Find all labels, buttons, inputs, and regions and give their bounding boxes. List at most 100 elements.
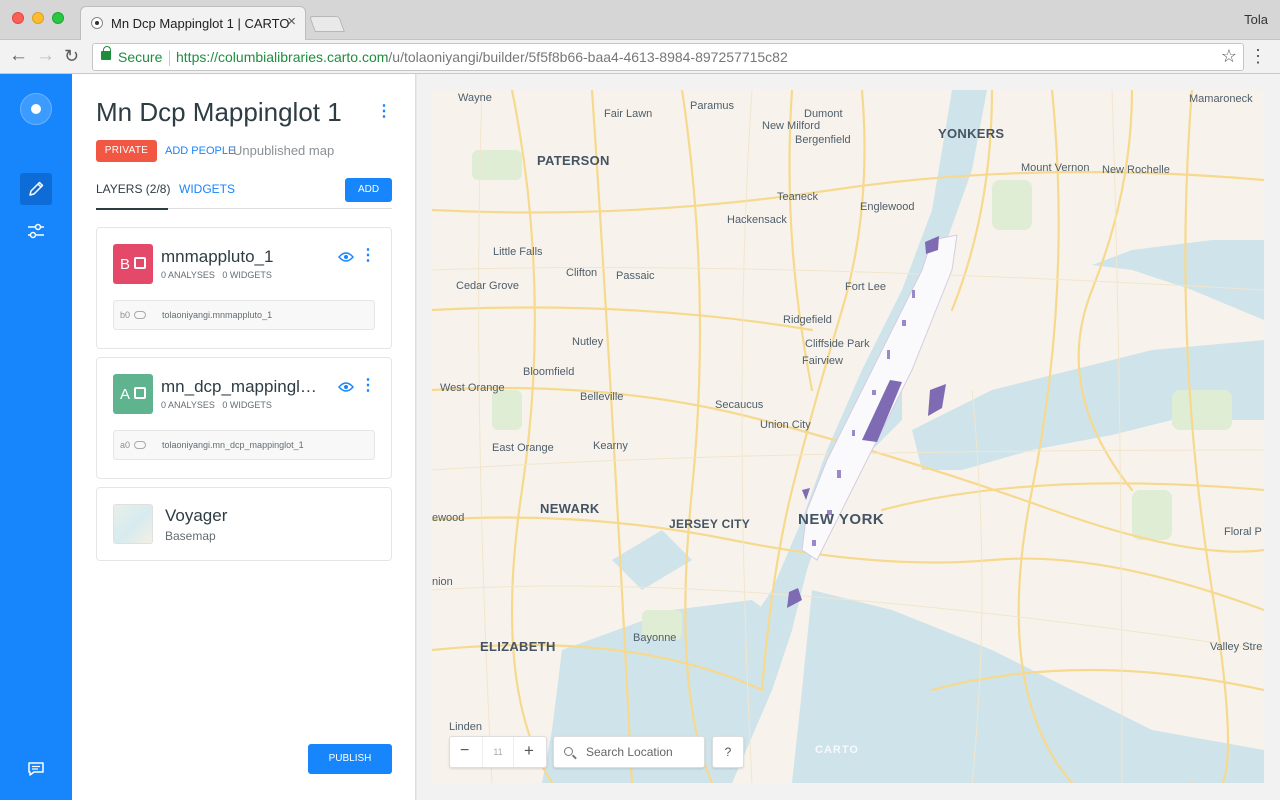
basemap-thumbnail bbox=[113, 504, 153, 544]
tab-widgets[interactable]: WIDGETS bbox=[179, 182, 235, 196]
maximize-window-button[interactable] bbox=[52, 12, 64, 24]
place-label: Clifton bbox=[566, 267, 598, 279]
editor-panel: Mn Dcp Mappinglot 1 ⋮ PRIVATE ADD PEOPLE… bbox=[72, 74, 416, 800]
browser-toolbar: ← → ↻ Secure https://columbialibraries.c… bbox=[0, 40, 1280, 74]
place-label: Bayonne bbox=[633, 632, 677, 644]
place-label: NEW YORK bbox=[798, 511, 885, 528]
layer-geometry-icon bbox=[134, 387, 146, 399]
place-label: Passaic bbox=[616, 270, 655, 282]
add-layer-button[interactable]: ADD bbox=[345, 178, 392, 202]
place-label: Teaneck bbox=[777, 191, 818, 203]
place-label: Secaucus bbox=[715, 399, 764, 411]
source-name: tolaoniyangi.mn_dcp_mappinglot_1 bbox=[162, 440, 304, 450]
search-location-input[interactable] bbox=[586, 737, 702, 767]
publish-status: Unpublished map bbox=[233, 143, 335, 158]
basemap-name: Voyager bbox=[165, 506, 228, 525]
place-label: Fairview bbox=[802, 355, 843, 367]
source-toggle-icon bbox=[134, 311, 146, 319]
place-label: New Milford bbox=[762, 120, 821, 132]
place-label: Fair Lawn bbox=[604, 108, 653, 120]
place-label: Wayne bbox=[458, 92, 492, 104]
layer-source[interactable]: b0 tolaoniyangi.mnmappluto_1 bbox=[113, 300, 375, 330]
help-button[interactable]: ? bbox=[712, 736, 744, 768]
place-label: New Rochelle bbox=[1102, 164, 1170, 176]
carto-attribution-logo: CARTO bbox=[815, 744, 859, 756]
zoom-level: 11 bbox=[482, 737, 514, 767]
layer-widgets-count: 0 WIDGETS bbox=[222, 400, 272, 410]
zoom-in-button[interactable]: + bbox=[524, 741, 534, 761]
new-tab-button[interactable] bbox=[309, 16, 345, 32]
privacy-badge[interactable]: PRIVATE bbox=[96, 140, 157, 162]
map-canvas[interactable]: Wayne Fair Lawn Paramus Dumont New Milfo… bbox=[432, 90, 1264, 783]
tab-close-icon[interactable]: × bbox=[287, 13, 296, 30]
search-icon bbox=[564, 747, 573, 756]
place-label: Floral P bbox=[1224, 526, 1262, 538]
feedback-chat-icon[interactable] bbox=[27, 761, 45, 777]
browser-tab[interactable]: Mn Dcp Mappinglot 1 | CARTO × bbox=[80, 6, 306, 40]
layer-analyses-count: 0 ANALYSES bbox=[161, 270, 215, 280]
source-id: a0 bbox=[120, 440, 131, 450]
layer-source[interactable]: a0 tolaoniyangi.mn_dcp_mappinglot_1 bbox=[113, 430, 375, 460]
visibility-eye-icon[interactable] bbox=[338, 250, 354, 262]
profile-name[interactable]: Tola bbox=[1244, 12, 1268, 27]
close-window-button[interactable] bbox=[12, 12, 24, 24]
place-label: JERSEY CITY bbox=[669, 517, 751, 531]
layer-meta: 0 ANALYSES 0 WIDGETS bbox=[161, 270, 272, 280]
forward-arrow-icon[interactable]: → bbox=[36, 45, 55, 67]
reload-icon[interactable]: ↻ bbox=[64, 45, 79, 67]
layer-options-icon[interactable]: ⋮ bbox=[360, 378, 376, 394]
place-label: Nutley bbox=[572, 336, 604, 348]
place-label: Bloomfield bbox=[523, 366, 575, 378]
layer-letter-badge: A bbox=[113, 374, 153, 414]
place-label: Valley Stre bbox=[1210, 641, 1263, 653]
layer-name[interactable]: mn_dcp_mappinglot_1 bbox=[161, 377, 325, 397]
tab-title: Mn Dcp Mappinglot 1 | CARTO bbox=[111, 16, 290, 31]
minimize-window-button[interactable] bbox=[32, 12, 44, 24]
place-label: Fort Lee bbox=[845, 281, 886, 293]
url-path: /u/tolaoniyangi/builder/5f5f8b66-baa4-46… bbox=[388, 49, 788, 65]
place-label: Union City bbox=[760, 419, 811, 431]
place-label: West Orange bbox=[440, 382, 505, 394]
zoom-out-button[interactable]: − bbox=[460, 742, 469, 760]
place-label: Dumont bbox=[804, 108, 843, 120]
visibility-eye-icon[interactable] bbox=[338, 380, 354, 392]
edit-pencil-icon[interactable] bbox=[20, 173, 52, 205]
layer-card[interactable]: A mn_dcp_mappinglot_1 0 ANALYSES 0 WIDGE… bbox=[96, 357, 392, 479]
address-bar[interactable]: Secure https://columbialibraries.carto.c… bbox=[92, 43, 1244, 71]
layer-analyses-count: 0 ANALYSES bbox=[161, 400, 215, 410]
basemap-card[interactable]: Voyager Basemap bbox=[96, 487, 392, 561]
url-text[interactable]: https://columbialibraries.carto.com/u/to… bbox=[176, 49, 788, 65]
place-label: Cliffside Park bbox=[805, 338, 870, 350]
place-label: Paramus bbox=[690, 100, 735, 112]
back-arrow-icon[interactable]: ← bbox=[9, 45, 28, 67]
lock-icon bbox=[101, 46, 111, 60]
place-label: nion bbox=[432, 576, 453, 588]
layer-options-icon[interactable]: ⋮ bbox=[360, 248, 376, 264]
zoom-control: − 11 + bbox=[449, 736, 547, 768]
map-options-icon[interactable]: ⋮ bbox=[376, 104, 392, 120]
source-toggle-icon bbox=[134, 441, 146, 449]
place-label: ewood bbox=[432, 512, 465, 524]
map-title[interactable]: Mn Dcp Mappinglot 1 bbox=[96, 97, 342, 128]
layer-meta: 0 ANALYSES 0 WIDGETS bbox=[161, 400, 272, 410]
place-label: Mamaroneck bbox=[1189, 93, 1253, 105]
address-separator bbox=[169, 50, 170, 66]
browser-titlebar: Mn Dcp Mappinglot 1 | CARTO × Tola bbox=[0, 0, 1280, 40]
layer-card[interactable]: B mnmappluto_1 0 ANALYSES 0 WIDGETS ⋮ b0… bbox=[96, 227, 392, 349]
tab-layers[interactable]: LAYERS (2/8) bbox=[96, 182, 170, 196]
app-rail bbox=[0, 74, 72, 800]
browser-menu-icon[interactable]: ⋮ bbox=[1249, 46, 1267, 67]
carto-logo-icon[interactable] bbox=[20, 93, 52, 125]
place-label: ELIZABETH bbox=[480, 639, 556, 654]
place-label: Cedar Grove bbox=[456, 280, 519, 292]
layer-letter-badge: B bbox=[113, 244, 153, 284]
url-host: https://columbialibraries.carto.com bbox=[176, 49, 389, 65]
layer-name[interactable]: mnmappluto_1 bbox=[161, 247, 325, 267]
place-label: Ridgefield bbox=[783, 314, 832, 326]
settings-sliders-icon[interactable] bbox=[26, 221, 46, 241]
bookmark-star-icon[interactable]: ☆ bbox=[1221, 46, 1237, 67]
publish-button[interactable]: PUBLISH bbox=[308, 744, 392, 774]
carto-favicon-icon bbox=[91, 17, 103, 29]
add-people-link[interactable]: ADD PEOPLE bbox=[165, 145, 235, 157]
layer-letter: A bbox=[120, 386, 131, 403]
